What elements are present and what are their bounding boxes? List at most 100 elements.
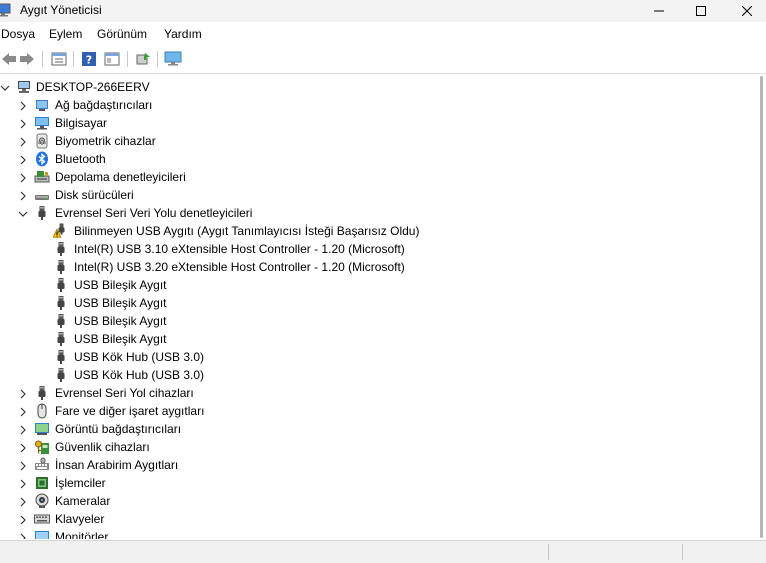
device-tree[interactable]: DESKTOP-266EERV Ağ bağdaştırıcıları Bilgis… [0, 76, 758, 539]
tree-item-label: Kameralar [55, 494, 111, 508]
usb-icon [53, 295, 69, 311]
chevron-right-icon[interactable] [18, 460, 28, 471]
tree-category-monit-rler[interactable]: Monitörler [0, 528, 758, 539]
chevron-down-icon[interactable] [18, 208, 28, 218]
tree-category-disk-s-r-c-leri[interactable]: Disk sürücüleri [0, 186, 758, 204]
tree-category-i-lemciler[interactable]: İşlemciler [0, 474, 758, 492]
menu-view[interactable]: Görünüm [97, 27, 147, 41]
tree-device-item[interactable]: USB Bileşik Aygıt [0, 276, 758, 294]
tree-item-label: Intel(R) USB 3.20 eXtensible Host Contro… [74, 260, 405, 274]
usb-icon [34, 205, 50, 221]
chevron-right-icon[interactable] [18, 442, 28, 453]
vertical-scrollbar[interactable] [758, 74, 766, 540]
menu-help[interactable]: Yardım [164, 27, 202, 41]
mouse-icon [34, 403, 50, 419]
tree-item-label: İşlemciler [55, 476, 106, 490]
close-button[interactable] [724, 0, 766, 22]
tree-category-g-r-nt-ba-da-t-r-c-lar[interactable]: Görüntü bağdaştırıcıları [0, 420, 758, 438]
tree-device-item[interactable]: USB Bileşik Aygıt [0, 330, 758, 348]
usb-icon [53, 277, 69, 293]
back-icon [2, 53, 16, 65]
tree-item-label: DESKTOP-266EERV [36, 80, 150, 94]
tree-category-a-ba-da-t-r-c-lar[interactable]: Ağ bağdaştırıcıları [0, 96, 758, 114]
tree-device-item[interactable]: Bilinmeyen USB Aygıtı (Aygıt Tanımlayıcı… [0, 222, 758, 240]
properties-icon [51, 52, 67, 66]
chevron-right-icon[interactable] [18, 406, 28, 417]
tree-device-item[interactable]: USB Kök Hub (USB 3.0) [0, 348, 758, 366]
help-icon: ? [82, 52, 96, 67]
tree-category-evrensel-seri-veri-yolu-denetleyicileri[interactable]: Evrensel Seri Veri Yolu denetleyicileri [0, 204, 758, 222]
tree-item-label: Biyometrik cihazlar [55, 134, 156, 148]
chevron-right-icon[interactable] [18, 496, 28, 507]
tree-item-label: Ağ bağdaştırıcıları [55, 98, 153, 112]
tree-item-label: USB Bileşik Aygıt [74, 314, 167, 328]
minimize-button[interactable] [636, 0, 682, 22]
svg-text:?: ? [86, 54, 92, 67]
forward-icon [20, 53, 34, 65]
usb-icon [53, 259, 69, 275]
tree-category-bilgisayar[interactable]: Bilgisayar [0, 114, 758, 132]
keyboard-icon [34, 511, 50, 527]
monitor-scan-icon [164, 51, 182, 66]
tree-device-item[interactable]: USB Bileşik Aygıt [0, 312, 758, 330]
scan-hardware-button[interactable] [164, 50, 182, 68]
tree-category-i-nsan-arabirim-ayg-tlar[interactable]: İnsan Arabirim Aygıtları [0, 456, 758, 474]
maximize-button[interactable] [678, 0, 724, 22]
chevron-right-icon[interactable] [18, 100, 28, 111]
tree-category-klavyeler[interactable]: Klavyeler [0, 510, 758, 528]
tree-category-g-venlik-cihazlar[interactable]: Güvenlik cihazları [0, 438, 758, 456]
usb-icon [53, 349, 69, 365]
tree-category-biyometrik-cihazlar[interactable]: Biyometrik cihazlar [0, 132, 758, 150]
bluetooth-icon [34, 151, 50, 167]
back-button[interactable] [0, 50, 18, 68]
status-separator [548, 544, 549, 560]
fingerprint-icon [34, 133, 50, 149]
tree-root[interactable]: DESKTOP-266EERV [0, 78, 758, 96]
network-adapter-icon [34, 97, 50, 113]
chevron-right-icon[interactable] [18, 532, 28, 539]
help-button[interactable]: ? [80, 50, 98, 68]
tree-category-evrensel-seri-yol-cihazlar[interactable]: Evrensel Seri Yol cihazları [0, 384, 758, 402]
chevron-right-icon[interactable] [18, 190, 28, 201]
forward-button[interactable] [18, 50, 36, 68]
chevron-right-icon[interactable] [18, 118, 28, 129]
chevron-right-icon[interactable] [18, 172, 28, 183]
menu-file[interactable]: Dosya [1, 27, 35, 41]
tree-item-label: USB Kök Hub (USB 3.0) [74, 350, 205, 364]
tree-item-label: Görüntü bağdaştırıcıları [55, 422, 182, 436]
tree-item-label: Bilgisayar [55, 116, 108, 130]
tree-category-fare-ve-di-er-i-aret-ayg-tlar[interactable]: Fare ve diğer işaret aygıtları [0, 402, 758, 420]
tree-item-label: Evrensel Seri Veri Yolu denetleyicileri [55, 206, 253, 220]
tree-item-label: Güvenlik cihazları [55, 440, 150, 454]
chevron-down-icon[interactable] [0, 82, 10, 92]
chevron-right-icon[interactable] [18, 424, 28, 435]
chevron-right-icon[interactable] [18, 136, 28, 147]
usb-icon [53, 313, 69, 329]
tree-device-item[interactable]: USB Kök Hub (USB 3.0) [0, 366, 758, 384]
monitor-icon [34, 529, 50, 539]
tree-item-label: USB Kök Hub (USB 3.0) [74, 368, 205, 382]
chevron-right-icon[interactable] [18, 514, 28, 525]
chevron-right-icon[interactable] [18, 478, 28, 489]
title-bar: Aygıt Yöneticisi [0, 0, 766, 22]
tree-item-label: Bluetooth [55, 152, 106, 166]
chevron-right-icon[interactable] [18, 154, 28, 165]
tree-item-label: USB Bileşik Aygıt [74, 278, 167, 292]
tree-device-item[interactable]: USB Bileşik Aygıt [0, 294, 758, 312]
tree-device-item[interactable]: Intel(R) USB 3.10 eXtensible Host Contro… [0, 240, 758, 258]
scrollbar-thumb[interactable] [760, 76, 763, 538]
tree-item-label: Evrensel Seri Yol cihazları [55, 386, 194, 400]
properties-button[interactable] [50, 50, 68, 68]
device-manager-icon [0, 3, 11, 17]
chevron-right-icon[interactable] [18, 388, 28, 399]
minimize-icon [654, 10, 664, 12]
tree-category-depolama-denetleyicileri[interactable]: Depolama denetleyicileri [0, 168, 758, 186]
update-driver-button[interactable] [134, 50, 152, 68]
view-button[interactable] [103, 50, 121, 68]
toolbar-separator [127, 51, 128, 67]
menu-action[interactable]: Eylem [49, 27, 82, 41]
tree-category-bluetooth[interactable]: Bluetooth [0, 150, 758, 168]
tree-item-label: USB Bileşik Aygıt [74, 296, 167, 310]
tree-device-item[interactable]: Intel(R) USB 3.20 eXtensible Host Contro… [0, 258, 758, 276]
tree-category-kameralar[interactable]: Kameralar [0, 492, 758, 510]
